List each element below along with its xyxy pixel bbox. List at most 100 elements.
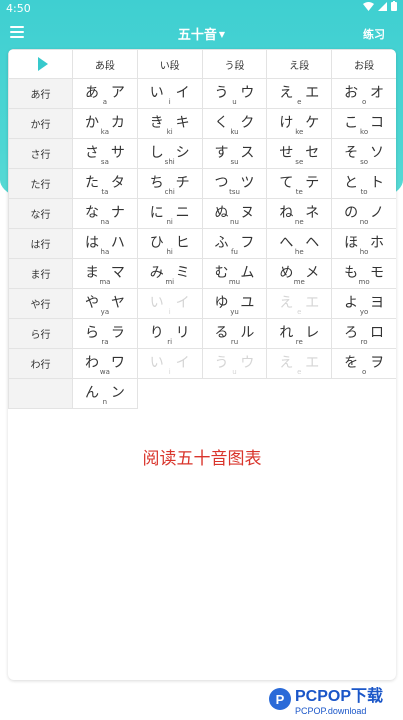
read-chart-button[interactable]: 阅读五十音图表 [8,444,396,469]
romaji: e [297,308,302,316]
romaji: hi [166,248,173,256]
romaji: ku [230,128,239,136]
row-label: は行 [8,228,73,259]
kana-cell[interactable]: くク ku [201,108,268,139]
kana-cell[interactable]: へヘ he [266,228,333,259]
kana-cell[interactable]: にニ ni [136,198,203,229]
romaji: te [295,188,303,196]
romaji: ma [99,278,111,286]
romaji: ni [166,218,173,226]
kana-cell[interactable]: けケ ke [266,108,333,139]
kana-row: さ行さサ sa しシ shi すス su せセ se そソ so [8,138,396,169]
kana-cell[interactable]: ひヒ hi [136,228,203,259]
kana-cell[interactable]: めメ me [266,258,333,289]
kana-cell[interactable]: たタ ta [72,168,138,199]
battery-icon [391,1,397,11]
romaji: e [297,98,302,106]
kana-table: あ段 い段 う段 え段 お段 あ行あア a いイ i うウ u えエ e おオ o か行かカ ka きキ… [8,49,396,409]
kana-cell[interactable]: るル ru [201,318,268,349]
kana-cell[interactable]: かカ ka [72,108,138,139]
romaji: nu [230,218,239,226]
kana-row: や行やヤ ya いイ i ゆユ yu えエ e よヨ yo [8,288,396,319]
kana-cell[interactable]: まマ ma [72,258,138,289]
kana-cell[interactable]: ちチ chi [136,168,203,199]
kana-card: あ段 い段 う段 え段 お段 あ行あア a いイ i うウ u えエ e おオ o か行かカ ka きキ… [8,49,396,680]
status-bar: 4:50 [0,0,403,18]
romaji: sa [100,158,109,166]
practice-button[interactable]: 练习 [363,26,385,42]
kana-cell[interactable]: すス su [201,138,268,169]
kana-row: は行はハ ha ひヒ hi ふフ fu へヘ he ほホ ho [8,228,396,259]
kana-cell[interactable]: てテ te [266,168,333,199]
kana-cell[interactable]: をヲo [331,348,396,379]
romaji: e [297,368,302,376]
column-header: い段 [136,49,203,79]
kana-cell[interactable]: ねネ ne [266,198,333,229]
romaji: o [361,98,367,106]
kana-cell[interactable]: うウu [201,78,268,109]
romaji: ri [167,338,173,346]
kana-cell[interactable]: よヨ yo [331,288,396,319]
kana-cell[interactable]: あアa [72,78,138,109]
kana-cell[interactable]: おオo [331,78,396,109]
kana-cell[interactable]: んンn [72,378,138,409]
empty-cell [332,379,396,409]
status-icons [363,1,397,11]
kana-cell[interactable]: いイi [136,78,203,109]
wifi-icon [363,1,374,11]
romaji: tsu [229,188,240,196]
kana-cell[interactable]: つツ tsu [201,168,268,199]
play-icon[interactable] [37,57,48,71]
row-label: た行 [8,168,73,199]
romaji: ta [101,188,109,196]
kana-cell[interactable]: そソ so [331,138,396,169]
empty-cell [202,379,267,409]
kana-cell[interactable]: きキ ki [136,108,203,139]
romaji: u [232,368,237,376]
romaji: o [361,368,367,376]
kana-cell[interactable]: のノ no [331,198,396,229]
romaji: a [102,98,108,106]
romaji: he [294,248,304,256]
romaji: i [168,98,171,106]
kana-row: ら行らラ ra りリ ri るル ru れレ re ろロ ro [8,318,396,349]
kana-cell[interactable]: さサ sa [72,138,138,169]
kana-cell[interactable]: はハ ha [72,228,138,259]
kana-cell[interactable]: やヤ ya [72,288,138,319]
kana-cell[interactable]: えエe [266,78,333,109]
kana-cell[interactable]: ゆユ yu [201,288,268,319]
romaji: shi [164,158,175,166]
title-dropdown[interactable]: 五十音 ▼ [0,24,403,43]
kana-cell[interactable]: しシ shi [136,138,203,169]
kana-cell[interactable]: なナ na [72,198,138,229]
kana-cell[interactable]: れレ re [266,318,333,349]
kana-cell[interactable]: せセ se [266,138,333,169]
romaji: i [168,368,171,376]
romaji: to [360,188,368,196]
kana-cell[interactable]: もモ mo [331,258,396,289]
row-label-blank [8,378,73,409]
romaji: u [232,98,237,106]
kana-cell: えエe [266,348,333,379]
kana-cell[interactable]: ろロ ro [331,318,396,349]
romaji: ha [100,248,110,256]
kana-cell[interactable]: むム mu [201,258,268,289]
romaji: yo [359,308,369,316]
kana-row: わ行わワ wa いイ i うウ u えエ e をヲ o [8,348,396,379]
kana-cell[interactable]: ほホ ho [331,228,396,259]
kana-cell[interactable]: わワ wa [72,348,138,379]
kana-cell[interactable]: こコ ko [331,108,396,139]
kana-cell[interactable]: らラ ra [72,318,138,349]
kana-cell[interactable]: りリ ri [136,318,203,349]
row-label: わ行 [8,348,73,379]
kana-row-n: んンn [8,378,397,409]
row-label: な行 [8,198,73,229]
romaji: ne [294,218,304,226]
kana-cell[interactable]: みミ mi [136,258,203,289]
kana-cell[interactable]: ふフ fu [201,228,268,259]
kana-cell[interactable]: とト to [331,168,396,199]
play-all-cell[interactable] [8,49,73,79]
kana-cell[interactable]: ぬヌ nu [201,198,268,229]
romaji: ka [100,128,110,136]
romaji: chi [164,188,175,196]
